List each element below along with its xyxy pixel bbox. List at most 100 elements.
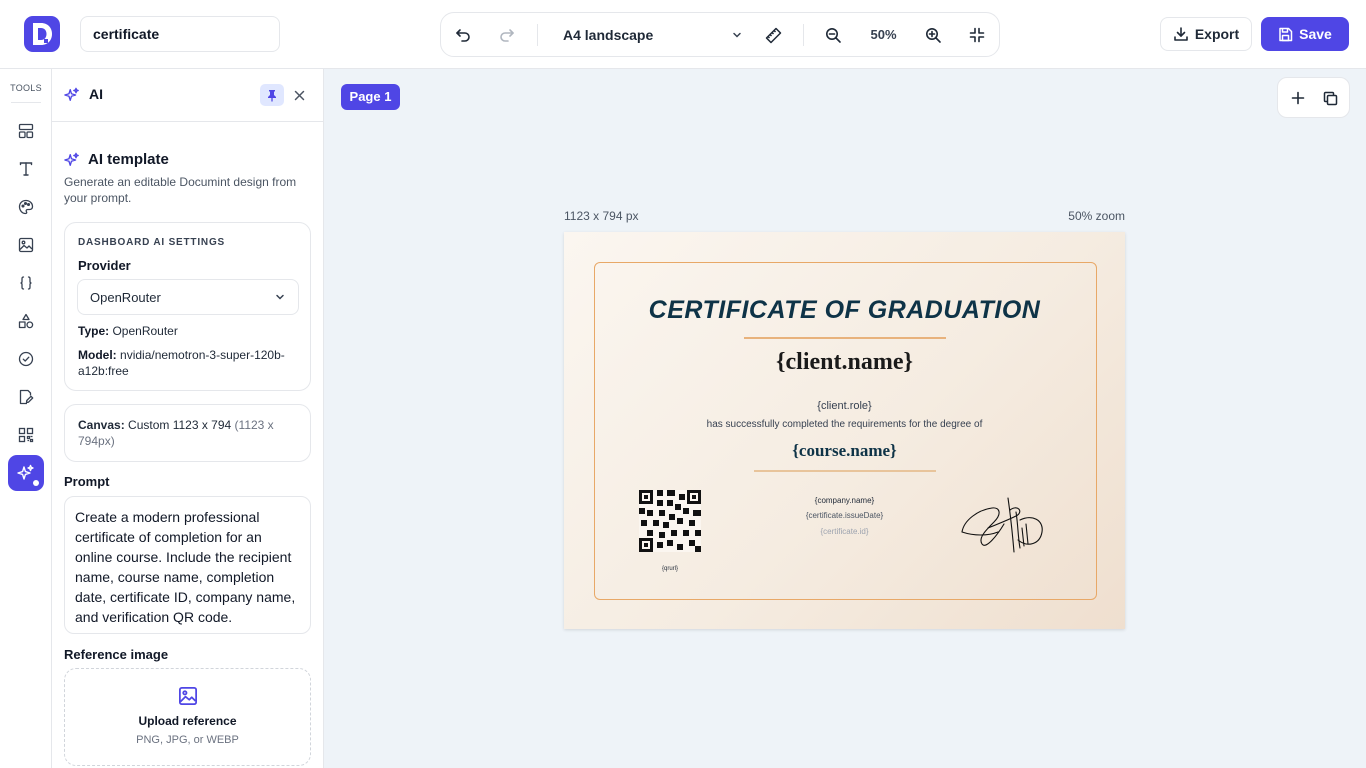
edit-doc-icon (19, 389, 34, 405)
zoom-in-icon (925, 27, 941, 43)
save-label: Save (1299, 26, 1332, 42)
rail-divider (11, 102, 41, 103)
rail-item-images[interactable] (14, 233, 38, 257)
upload-formats: PNG, JPG, or WEBP (136, 734, 239, 746)
provider-type: Type: OpenRouter (78, 323, 300, 339)
active-indicator (33, 480, 39, 486)
app-logo[interactable] (24, 16, 60, 52)
copy-icon (1323, 91, 1337, 105)
settings-kicker: DASHBOARD AI SETTINGS (78, 237, 225, 248)
editor-toolbar: A4 landscape 50% (440, 12, 1000, 57)
page-actions (1277, 77, 1350, 118)
ruler-icon (765, 27, 781, 43)
page-tab[interactable]: Page 1 (341, 84, 400, 110)
image-icon (18, 237, 34, 253)
braces-icon (20, 276, 32, 290)
pin-icon (268, 89, 276, 101)
ai-panel: AI AI template Generate an editable Docu… (52, 69, 324, 768)
save-icon (1279, 27, 1293, 41)
rail-item-ai[interactable] (8, 455, 44, 491)
zoom-out-button[interactable] (821, 23, 845, 47)
documint-logo-icon (33, 23, 52, 45)
course-name: {course.name} (792, 441, 897, 460)
redo-button[interactable] (495, 23, 519, 47)
signature-image (961, 497, 1043, 553)
certificate-title: CERTIFICATE OF GRADUATION (648, 296, 1041, 324)
rail-item-variables[interactable] (14, 271, 38, 295)
rail-item-colors[interactable] (14, 195, 38, 219)
fit-screen-button[interactable] (965, 23, 989, 47)
undo-button[interactable] (451, 23, 475, 47)
provider-value: OpenRouter (90, 289, 161, 305)
download-icon (1174, 27, 1188, 41)
zoom-out-icon (825, 27, 841, 43)
export-button[interactable]: Export (1160, 17, 1252, 51)
pin-panel-button[interactable] (260, 84, 284, 106)
provider-select[interactable]: OpenRouter (77, 279, 299, 315)
tool-rail: TOOLS (0, 69, 52, 768)
type-key: Type: (78, 324, 110, 338)
shapes-icon (18, 313, 34, 329)
top-bar: A4 landscape 50% Export Save (0, 0, 1366, 69)
page-size-select[interactable]: A4 landscape (563, 13, 743, 56)
redo-icon (500, 29, 514, 42)
rail-item-qr[interactable] (14, 423, 38, 447)
add-page-button[interactable] (1288, 88, 1308, 108)
section-description: Generate an editable Documint design fro… (64, 175, 297, 205)
minimize-icon (969, 27, 985, 43)
provider-model: Model: nvidia/nemotron-3-super-120b-a12b… (78, 347, 300, 379)
rail-item-checks[interactable] (14, 347, 38, 371)
upload-reference-dropzone[interactable]: Upload reference PNG, JPG, or WEBP (64, 668, 311, 766)
canvas-key: Canvas: (78, 418, 125, 432)
document-name-input[interactable] (80, 16, 280, 52)
qr-url-label: {qrurl} (661, 566, 678, 572)
section-title: AI template (88, 151, 169, 168)
zoom-level: 50% (870, 27, 897, 42)
upload-title: Upload reference (138, 714, 237, 728)
save-button[interactable]: Save (1261, 17, 1349, 51)
ai-settings-card: DASHBOARD AI SETTINGS Provider OpenRoute… (64, 222, 311, 391)
reference-image-label: Reference image (64, 647, 169, 662)
prompt-textarea[interactable]: Create a modern professional certificate… (64, 496, 311, 634)
canvas-info-card: Canvas: Custom 1123 x 794 (1123 x 794px) (64, 404, 311, 462)
recipient-name: {client.name} (776, 349, 913, 375)
chevron-down-icon (276, 294, 284, 300)
prompt-label: Prompt (64, 474, 110, 489)
canvas-dimensions: 1123 x 794 px (564, 209, 639, 223)
panel-header: AI (52, 69, 323, 122)
rail-item-layout[interactable] (14, 119, 38, 143)
ruler-button[interactable] (761, 23, 785, 47)
toolbar-divider (803, 24, 804, 46)
model-key: Model: (78, 348, 117, 362)
palette-icon (18, 199, 34, 215)
tools-heading: TOOLS (10, 83, 42, 93)
export-label: Export (1194, 26, 1240, 42)
zoom-in-button[interactable] (921, 23, 945, 47)
text-icon (19, 162, 33, 176)
page-size-label: A4 landscape (563, 26, 654, 43)
certificate-canvas[interactable]: CERTIFICATE OF GRADUATION {client.name} … (564, 232, 1125, 629)
check-circle-icon (18, 351, 34, 367)
toolbar-divider (537, 24, 538, 46)
chevron-down-icon (733, 32, 741, 38)
plus-icon (1291, 91, 1305, 105)
rail-item-text[interactable] (14, 157, 38, 181)
course-divider (754, 470, 936, 472)
ai-sparkles-icon (64, 152, 79, 166)
provider-label: Provider (78, 258, 131, 273)
close-panel-button[interactable] (290, 85, 308, 105)
layout-icon (18, 123, 34, 139)
rail-item-shapes[interactable] (14, 309, 38, 333)
type-value: OpenRouter (112, 324, 178, 338)
qr-code-icon (18, 427, 34, 443)
close-icon (294, 90, 304, 100)
ai-sparkles-icon (17, 464, 34, 480)
duplicate-page-button[interactable] (1320, 88, 1340, 108)
ai-sparkles-icon (64, 87, 79, 101)
undo-icon (456, 29, 470, 42)
panel-title: AI (89, 86, 103, 102)
canvas-zoom-note: 50% zoom (1068, 209, 1125, 223)
title-divider (744, 337, 946, 339)
image-upload-icon (179, 687, 197, 705)
rail-item-forms[interactable] (14, 385, 38, 409)
